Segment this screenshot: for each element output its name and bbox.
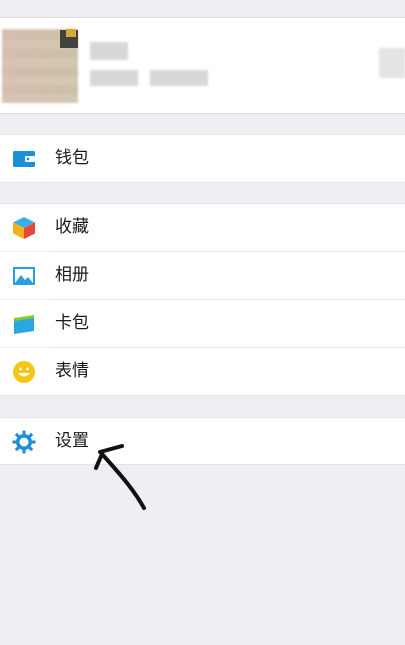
qr-code-icon[interactable] bbox=[379, 48, 405, 78]
profile-name-blurred bbox=[90, 42, 128, 60]
divider bbox=[0, 182, 405, 183]
menu-item-label: 卡包 bbox=[55, 313, 89, 333]
menu-item-label: 钱包 bbox=[55, 148, 89, 168]
menu-item-cards[interactable]: 卡包 bbox=[0, 300, 405, 347]
menu-item-stickers[interactable]: 表情 bbox=[0, 348, 405, 395]
profile-id-value-blurred bbox=[150, 70, 208, 86]
wallet-icon bbox=[13, 151, 35, 167]
menu-item-label: 收藏 bbox=[55, 217, 89, 237]
hand-drawn-arrow-icon bbox=[94, 444, 146, 510]
menu-item-favorites[interactable]: 收藏 bbox=[0, 204, 405, 251]
smile-icon bbox=[13, 361, 35, 383]
picture-icon bbox=[13, 267, 35, 285]
divider bbox=[0, 134, 405, 135]
divider bbox=[0, 464, 405, 465]
profile-card[interactable] bbox=[0, 18, 405, 114]
gear-icon bbox=[12, 430, 36, 454]
menu-item-album[interactable]: 相册 bbox=[0, 252, 405, 299]
card-icon bbox=[14, 315, 34, 334]
menu-item-wallet[interactable]: 钱包 bbox=[0, 135, 405, 182]
menu-item-label: 表情 bbox=[55, 361, 89, 381]
divider bbox=[0, 395, 405, 396]
cube-icon bbox=[13, 217, 35, 239]
menu-item-settings[interactable]: 设置 bbox=[0, 418, 405, 465]
menu-item-label: 相册 bbox=[55, 265, 89, 285]
avatar-pixel-block bbox=[66, 29, 76, 37]
status-bar-area bbox=[0, 0, 405, 18]
profile-id-label-blurred bbox=[90, 70, 138, 86]
